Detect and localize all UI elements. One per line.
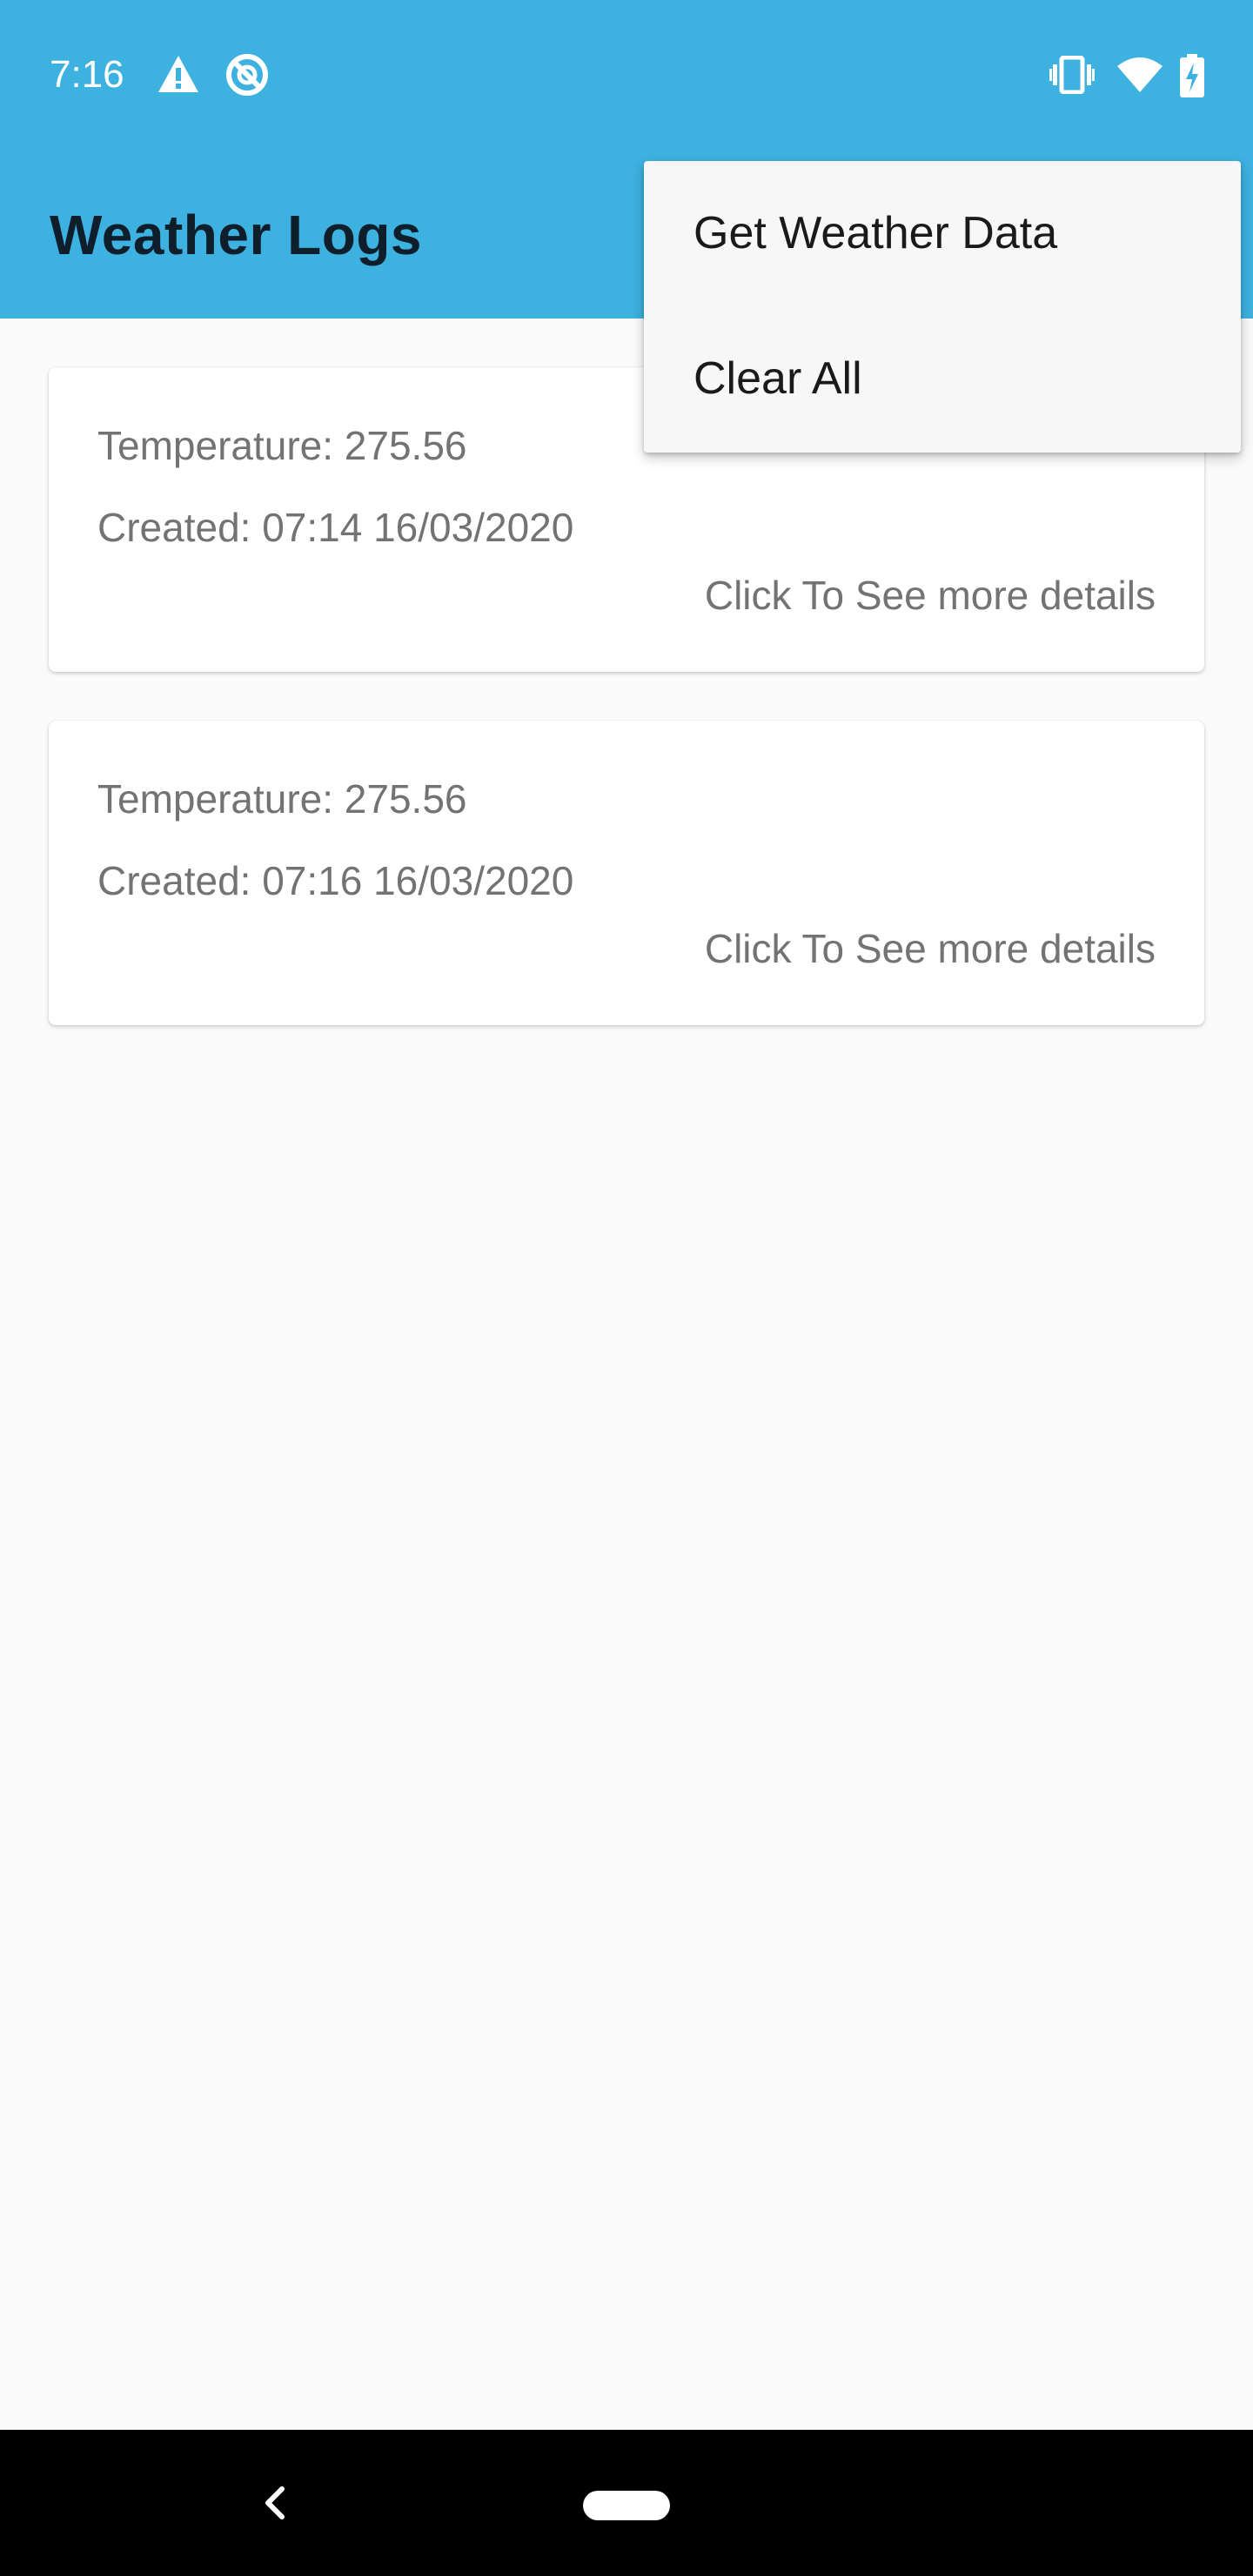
home-pill-icon[interactable] xyxy=(583,2491,670,2520)
created-text: Created: 07:14 16/03/2020 xyxy=(97,505,574,550)
temperature-text: Temperature: 275.56 xyxy=(97,776,467,822)
menu-item-get-weather-data[interactable]: Get Weather Data xyxy=(644,161,1241,306)
screen: 7:16 Weather Logs Temperature: 275.56 Cr… xyxy=(0,0,1253,2576)
status-time: 7:16 xyxy=(50,53,124,96)
see-details-link[interactable]: Click To See more details xyxy=(705,569,1156,621)
vibrate-icon xyxy=(1049,55,1095,98)
back-icon[interactable] xyxy=(258,2480,289,2526)
do-not-disturb-icon xyxy=(224,52,270,102)
page-title: Weather Logs xyxy=(50,204,422,266)
status-bar: 7:16 xyxy=(0,0,1253,148)
overflow-menu: Get Weather Data Clear All xyxy=(644,161,1241,453)
menu-item-clear-all[interactable]: Clear All xyxy=(644,306,1241,452)
wifi-icon xyxy=(1116,56,1164,98)
weather-log-card[interactable]: Temperature: 275.56 Created: 07:16 16/03… xyxy=(49,721,1204,1025)
created-text: Created: 07:16 16/03/2020 xyxy=(97,858,574,903)
battery-charging-icon xyxy=(1178,54,1206,102)
see-details-link[interactable]: Click To See more details xyxy=(705,922,1156,975)
temperature-text: Temperature: 275.56 xyxy=(97,423,467,468)
warning-icon xyxy=(157,54,200,98)
